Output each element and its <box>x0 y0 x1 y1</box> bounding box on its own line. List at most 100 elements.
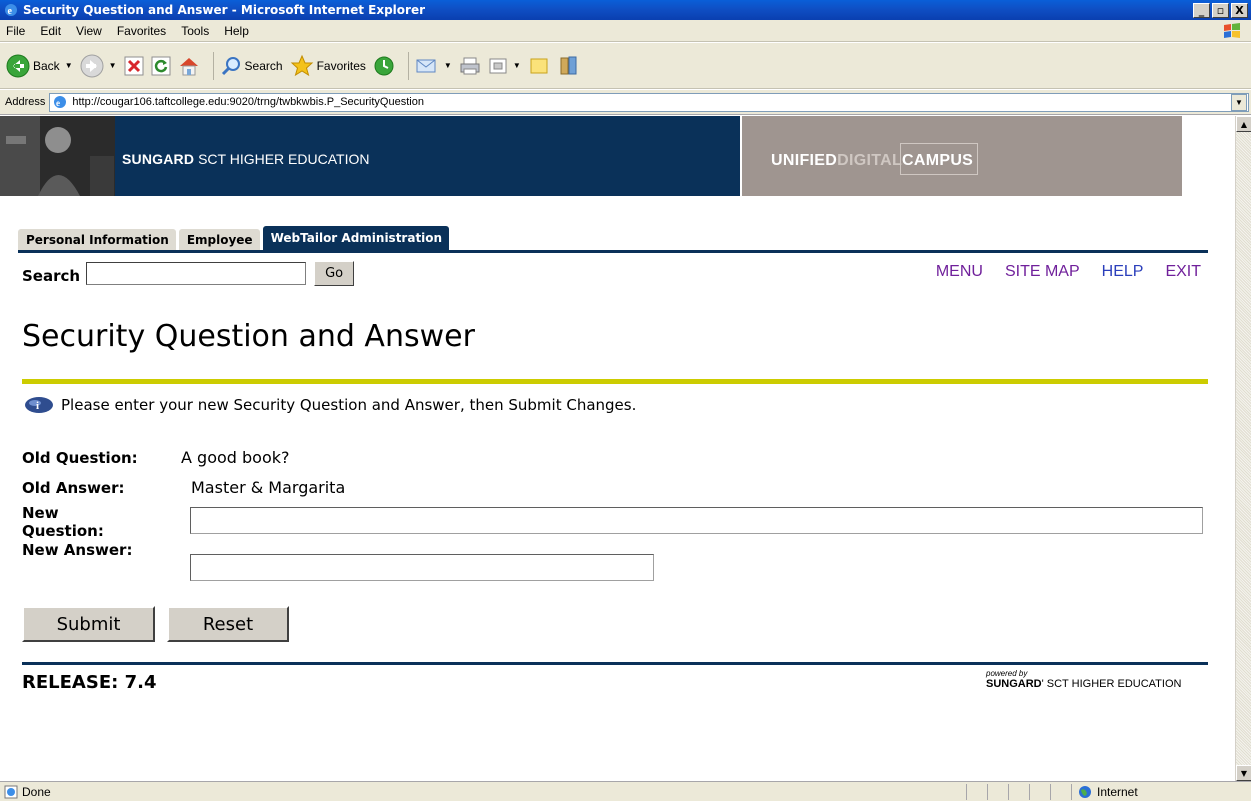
chevron-down-icon[interactable]: ▼ <box>513 61 521 70</box>
chevron-down-icon[interactable]: ▼ <box>65 61 73 70</box>
window-title: Security Question and Answer - Microsoft… <box>23 3 426 17</box>
toolbar: Back ▼ ▼ Search Favorites ▼ ▼ <box>0 43 1251 89</box>
status-left: Done <box>0 785 966 799</box>
status-cell <box>966 783 987 800</box>
reset-button[interactable]: Reset <box>167 606 289 642</box>
svg-text:e: e <box>56 98 60 108</box>
menu-link[interactable]: MENU <box>936 263 983 281</box>
forward-button[interactable]: ▼ <box>80 54 117 78</box>
search-icon <box>221 56 240 75</box>
internet-explorer-icon: e <box>5 4 17 17</box>
old-question-label: Old Question: <box>22 449 138 467</box>
chevron-down-icon[interactable]: ▼ <box>1231 93 1247 111</box>
search-toolbar-label: Search <box>244 58 283 73</box>
toolbar-separator <box>407 51 409 80</box>
status-bar: Done Internet <box>0 781 1251 801</box>
refresh-icon <box>151 56 171 75</box>
globe-icon <box>1079 785 1091 798</box>
new-answer-input[interactable] <box>190 554 654 581</box>
tab-underline <box>18 250 1208 253</box>
status-cell <box>1050 783 1071 800</box>
mail-icon <box>416 59 436 72</box>
site-map-link[interactable]: SITE MAP <box>1005 263 1080 281</box>
minimize-button[interactable]: _ <box>1193 2 1210 18</box>
menu-favorites[interactable]: Favorites <box>110 24 174 38</box>
exit-link[interactable]: EXIT <box>1165 263 1201 281</box>
close-button[interactable]: X <box>1231 2 1248 18</box>
history-icon <box>374 56 394 75</box>
menu-view[interactable]: View <box>69 24 110 38</box>
chevron-down-icon[interactable]: ▼ <box>109 61 117 70</box>
new-question-label-line-2: Question: <box>22 522 104 540</box>
menu-file[interactable]: File <box>0 24 33 38</box>
help-link[interactable]: HELP <box>1102 263 1144 281</box>
top-links: MENU SITE MAP HELP EXIT <box>936 263 1201 281</box>
form-buttons: Submit Reset <box>22 606 289 642</box>
scroll-down-arrow-icon[interactable]: ▼ <box>1236 765 1251 781</box>
sungard-brand-bold: SUNGARD <box>122 151 195 167</box>
back-button[interactable]: Back ▼ <box>6 54 73 78</box>
home-icon <box>179 57 198 75</box>
submit-button[interactable]: Submit <box>22 606 155 642</box>
status-text: Done <box>22 784 51 799</box>
tab-bar: Personal Information Employee WebTailor … <box>18 224 452 250</box>
mail-button[interactable]: ▼ <box>415 56 452 76</box>
info-text: Please enter your new Security Question … <box>61 396 637 414</box>
status-cell <box>1008 783 1029 800</box>
history-button[interactable] <box>373 55 395 77</box>
discuss-button[interactable] <box>528 55 550 77</box>
new-question-input[interactable] <box>190 507 1203 534</box>
address-label: Address <box>5 96 46 108</box>
banner-photo-image <box>0 116 115 196</box>
old-answer-value: Master & Margarita <box>191 478 346 497</box>
tab-employee[interactable]: Employee <box>178 229 260 250</box>
zone-label: Internet <box>1097 784 1138 799</box>
menu-edit[interactable]: Edit <box>33 24 69 38</box>
scroll-up-arrow-icon[interactable]: ▲ <box>1236 116 1251 132</box>
address-field[interactable]: e http://cougar106.taftcollege.edu:9020/… <box>49 92 1249 112</box>
udc-part-1: UNIFIED <box>771 152 838 169</box>
powered-by-label: powered by <box>986 669 1028 678</box>
address-bar: Address e http://cougar106.taftcollege.e… <box>0 90 1251 115</box>
footer-divider <box>22 662 1208 665</box>
address-url: http://cougar106.taftcollege.edu:9020/tr… <box>72 96 424 108</box>
tab-webtailor-administration[interactable]: WebTailor Administration <box>262 226 450 250</box>
stop-button[interactable] <box>124 56 144 76</box>
svg-text:i: i <box>36 400 39 412</box>
tab-personal-information[interactable]: Personal Information <box>18 229 176 250</box>
print-button[interactable] <box>459 55 481 77</box>
new-answer-label: New Answer: <box>22 541 133 559</box>
note-icon <box>530 58 548 73</box>
powered-by-logo: powered by SUNGARD' SCT HIGHER EDUCATION <box>986 669 1181 690</box>
home-button[interactable] <box>178 55 200 77</box>
menu-tools[interactable]: Tools <box>174 24 217 38</box>
favorites-button[interactable]: Favorites <box>290 54 366 78</box>
maximize-button[interactable]: ▫ <box>1212 2 1229 18</box>
menu-help[interactable]: Help <box>217 24 257 38</box>
sungard-logo: SUNGARD SCT HIGHER EDUCATION <box>122 151 369 167</box>
status-cell <box>987 783 1008 800</box>
powered-by-brand: SUNGARD' SCT HIGHER EDUCATION <box>986 678 1181 690</box>
page-viewport: SUNGARD SCT HIGHER EDUCATION UNIFIEDDIGI… <box>0 116 1235 781</box>
forward-arrow-icon <box>80 54 104 77</box>
messenger-button[interactable] <box>557 54 581 78</box>
search-input[interactable] <box>86 262 307 285</box>
powered-by-brand-bold: SUNGARD <box>986 678 1042 690</box>
printer-icon <box>460 57 480 74</box>
toolbar-separator <box>212 51 214 80</box>
search-label: Search <box>22 266 81 285</box>
go-button[interactable]: Go <box>314 261 355 286</box>
search-button[interactable]: Search <box>220 55 283 77</box>
udc-part-2: DIGITAL <box>837 152 903 169</box>
sungard-brand-rest: SCT HIGHER EDUCATION <box>194 151 370 167</box>
udc-part-3: CAMPUS <box>902 152 974 169</box>
new-question-label-line-1: New <box>22 504 59 522</box>
powered-by-brand-rest: ' SCT HIGHER EDUCATION <box>1041 678 1182 690</box>
chevron-down-icon[interactable]: ▼ <box>444 61 452 70</box>
vertical-scrollbar[interactable]: ▲ ▼ <box>1235 116 1251 781</box>
release-label: RELEASE: 7.4 <box>22 672 157 693</box>
page-done-icon <box>4 785 18 798</box>
refresh-button[interactable] <box>151 56 171 76</box>
edit-button[interactable]: ▼ <box>488 56 521 76</box>
back-arrow-icon <box>6 54 30 77</box>
